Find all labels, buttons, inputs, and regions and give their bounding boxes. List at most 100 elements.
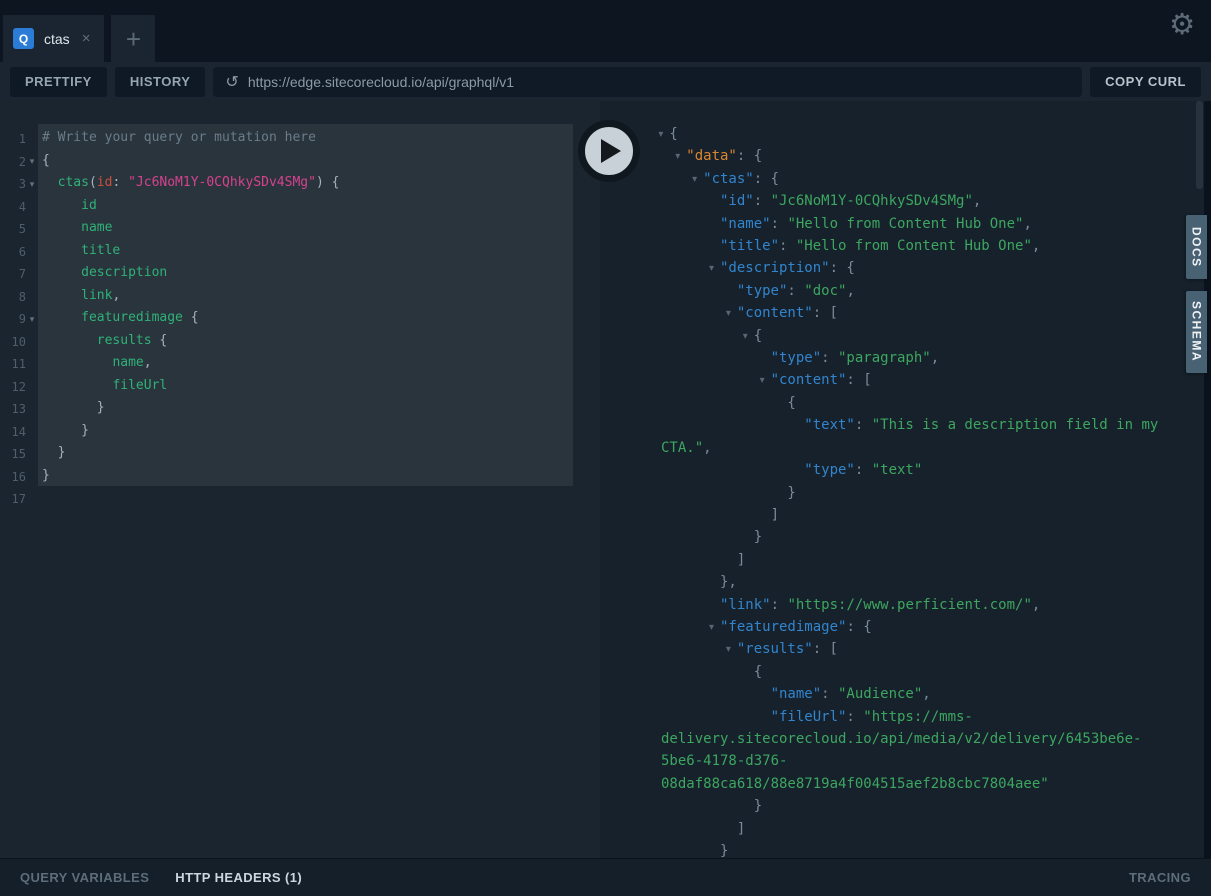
editor-line: # Write your query or mutation here bbox=[42, 127, 573, 150]
code-token: : bbox=[821, 686, 838, 703]
close-tab-icon[interactable]: × bbox=[82, 30, 91, 47]
result-line: ▾{ bbox=[661, 325, 1185, 347]
fold-arrow-icon[interactable]: ▾ bbox=[26, 179, 38, 190]
code-token: "ctas" bbox=[703, 170, 754, 187]
code-token: : bbox=[770, 596, 788, 613]
code-token: , bbox=[703, 439, 712, 456]
settings-gear-icon[interactable]: ⚙ bbox=[1169, 10, 1195, 39]
gutter-row: 2 ▾ bbox=[0, 151, 38, 174]
line-number: 10 bbox=[11, 334, 26, 349]
result-line: ] bbox=[661, 549, 1185, 571]
gutter-row: 10 bbox=[0, 331, 38, 354]
fold-arrow-icon[interactable]: ▾ bbox=[650, 146, 680, 168]
line-number: 4 bbox=[18, 199, 26, 214]
fold-arrow-icon[interactable]: ▾ bbox=[26, 156, 38, 167]
scrollbar-thumb[interactable] bbox=[1196, 101, 1203, 189]
code-token: ) { bbox=[315, 175, 340, 190]
editor-line: name, bbox=[42, 352, 573, 375]
code-token: results bbox=[96, 332, 152, 348]
code-token: "featuredimage" bbox=[720, 618, 847, 635]
code-token: : { bbox=[829, 260, 855, 277]
schema-tab-label: SCHEMA bbox=[1189, 301, 1204, 363]
http-headers-tab[interactable]: HTTP HEADERS (1) bbox=[175, 870, 302, 885]
line-number: 12 bbox=[11, 379, 26, 394]
query-variables-tab[interactable]: QUERY VARIABLES bbox=[20, 870, 149, 885]
gutter-row: 11 bbox=[0, 353, 38, 376]
gutter-row: 15 bbox=[0, 443, 38, 466]
line-number: 9 bbox=[18, 312, 26, 327]
code-token: , bbox=[930, 350, 940, 367]
code-token: "Hello from Content Hub One" bbox=[787, 215, 1024, 232]
result-line: "text": "This is a description field in … bbox=[661, 414, 1185, 436]
execute-query-button[interactable] bbox=[578, 120, 640, 182]
result-line: "type": "doc", bbox=[661, 280, 1185, 302]
code-token: } bbox=[42, 467, 50, 483]
code-token: { bbox=[151, 332, 168, 348]
line-number: 1 bbox=[18, 132, 26, 147]
code-token: , bbox=[143, 355, 152, 370]
schema-tab[interactable]: SCHEMA bbox=[1186, 291, 1207, 373]
code-token: CTA." bbox=[661, 439, 704, 456]
copy-curl-button[interactable]: COPY CURL bbox=[1090, 66, 1201, 97]
history-button[interactable]: HISTORY bbox=[114, 66, 206, 97]
editor-line: } bbox=[42, 420, 573, 443]
main-split-view: 1 2 ▾ 3 ▾ 4 5 6 7 8 9 ▾ 10 11 12 13 14 15 16 17 # Write you… bbox=[0, 101, 1211, 858]
code-token: description bbox=[81, 265, 168, 280]
code-token: : bbox=[112, 175, 129, 190]
result-line: } bbox=[661, 795, 1185, 817]
code-token: "paragraph" bbox=[838, 350, 931, 367]
play-icon bbox=[601, 139, 621, 163]
toolbar: PRETTIFY HISTORY ↺ https://edge.sitecore… bbox=[0, 62, 1211, 101]
code-token: "Audience" bbox=[838, 686, 923, 703]
fold-arrow-icon[interactable]: ▾ bbox=[26, 314, 38, 325]
docs-tab[interactable]: DOCS bbox=[1186, 215, 1207, 279]
gutter-row: 12 bbox=[0, 376, 38, 399]
code-token: , bbox=[112, 287, 121, 303]
query-editor-code[interactable]: # Write your query or mutation here {ctas… bbox=[38, 124, 573, 486]
fold-arrow-icon[interactable]: ▾ bbox=[650, 370, 765, 392]
code-token: "id" bbox=[720, 193, 754, 210]
result-line: "link": "https://www.perficient.com/", bbox=[661, 594, 1185, 616]
editor-line: featuredimage { bbox=[42, 307, 573, 330]
editor-line: } bbox=[42, 442, 573, 465]
fold-arrow-icon[interactable]: ▾ bbox=[650, 617, 714, 639]
result-line: ▾ "description": { bbox=[661, 257, 1185, 279]
code-token: , bbox=[922, 686, 931, 703]
fold-arrow-icon[interactable]: ▾ bbox=[650, 258, 714, 280]
code-token: "https://mms- bbox=[863, 708, 973, 725]
prettify-button[interactable]: PRETTIFY bbox=[10, 66, 107, 97]
code-token: "title" bbox=[720, 238, 780, 255]
gutter-row: 8 bbox=[0, 286, 38, 309]
code-token: : bbox=[779, 238, 796, 255]
code-token: "description" bbox=[720, 260, 830, 277]
code-token: : bbox=[787, 282, 805, 299]
fold-arrow-icon[interactable]: ▾ bbox=[650, 169, 697, 191]
result-line: ] bbox=[661, 818, 1185, 840]
fold-arrow-icon[interactable]: ▾ bbox=[650, 639, 731, 661]
endpoint-url-input[interactable]: ↺ https://edge.sitecorecloud.io/api/grap… bbox=[213, 66, 1083, 97]
fold-arrow-icon[interactable]: ▾ bbox=[650, 303, 731, 325]
gutter-row: 1 bbox=[0, 128, 38, 151]
code-token: { bbox=[787, 394, 796, 411]
code-token: : bbox=[854, 462, 872, 479]
code-token: "link" bbox=[720, 596, 771, 613]
editor-line: } bbox=[42, 397, 573, 420]
query-editor-pane[interactable]: 1 2 ▾ 3 ▾ 4 5 6 7 8 9 ▾ 10 11 12 13 14 15 16 17 # Write you… bbox=[0, 101, 600, 858]
tab-ctas[interactable]: Q ctas × bbox=[3, 15, 105, 62]
code-token: } bbox=[753, 798, 763, 815]
result-line: "name": "Hello from Content Hub One", bbox=[661, 213, 1185, 235]
new-tab-button[interactable]: + bbox=[111, 15, 156, 62]
result-line: "name": "Audience", bbox=[661, 683, 1185, 705]
code-token: title bbox=[81, 242, 121, 258]
fold-arrow-icon[interactable]: ▾ bbox=[650, 326, 748, 348]
editor-line: description bbox=[42, 262, 573, 285]
tracing-tab[interactable]: TRACING bbox=[1129, 870, 1191, 885]
fold-arrow-icon[interactable]: ▾ bbox=[650, 124, 663, 146]
bottom-bar: QUERY VARIABLES HTTP HEADERS (1) TRACING bbox=[0, 858, 1211, 896]
code-token: "data" bbox=[686, 148, 737, 165]
code-token: } bbox=[81, 422, 89, 438]
code-token: featuredimage bbox=[81, 310, 183, 325]
code-token: , bbox=[1031, 596, 1041, 613]
response-pane: ▾{▾ "data": {▾ "ctas": {"id": "Jc6NoM1Y-0C… bbox=[600, 101, 1211, 858]
result-line: ▾ "featuredimage": { bbox=[661, 616, 1185, 638]
